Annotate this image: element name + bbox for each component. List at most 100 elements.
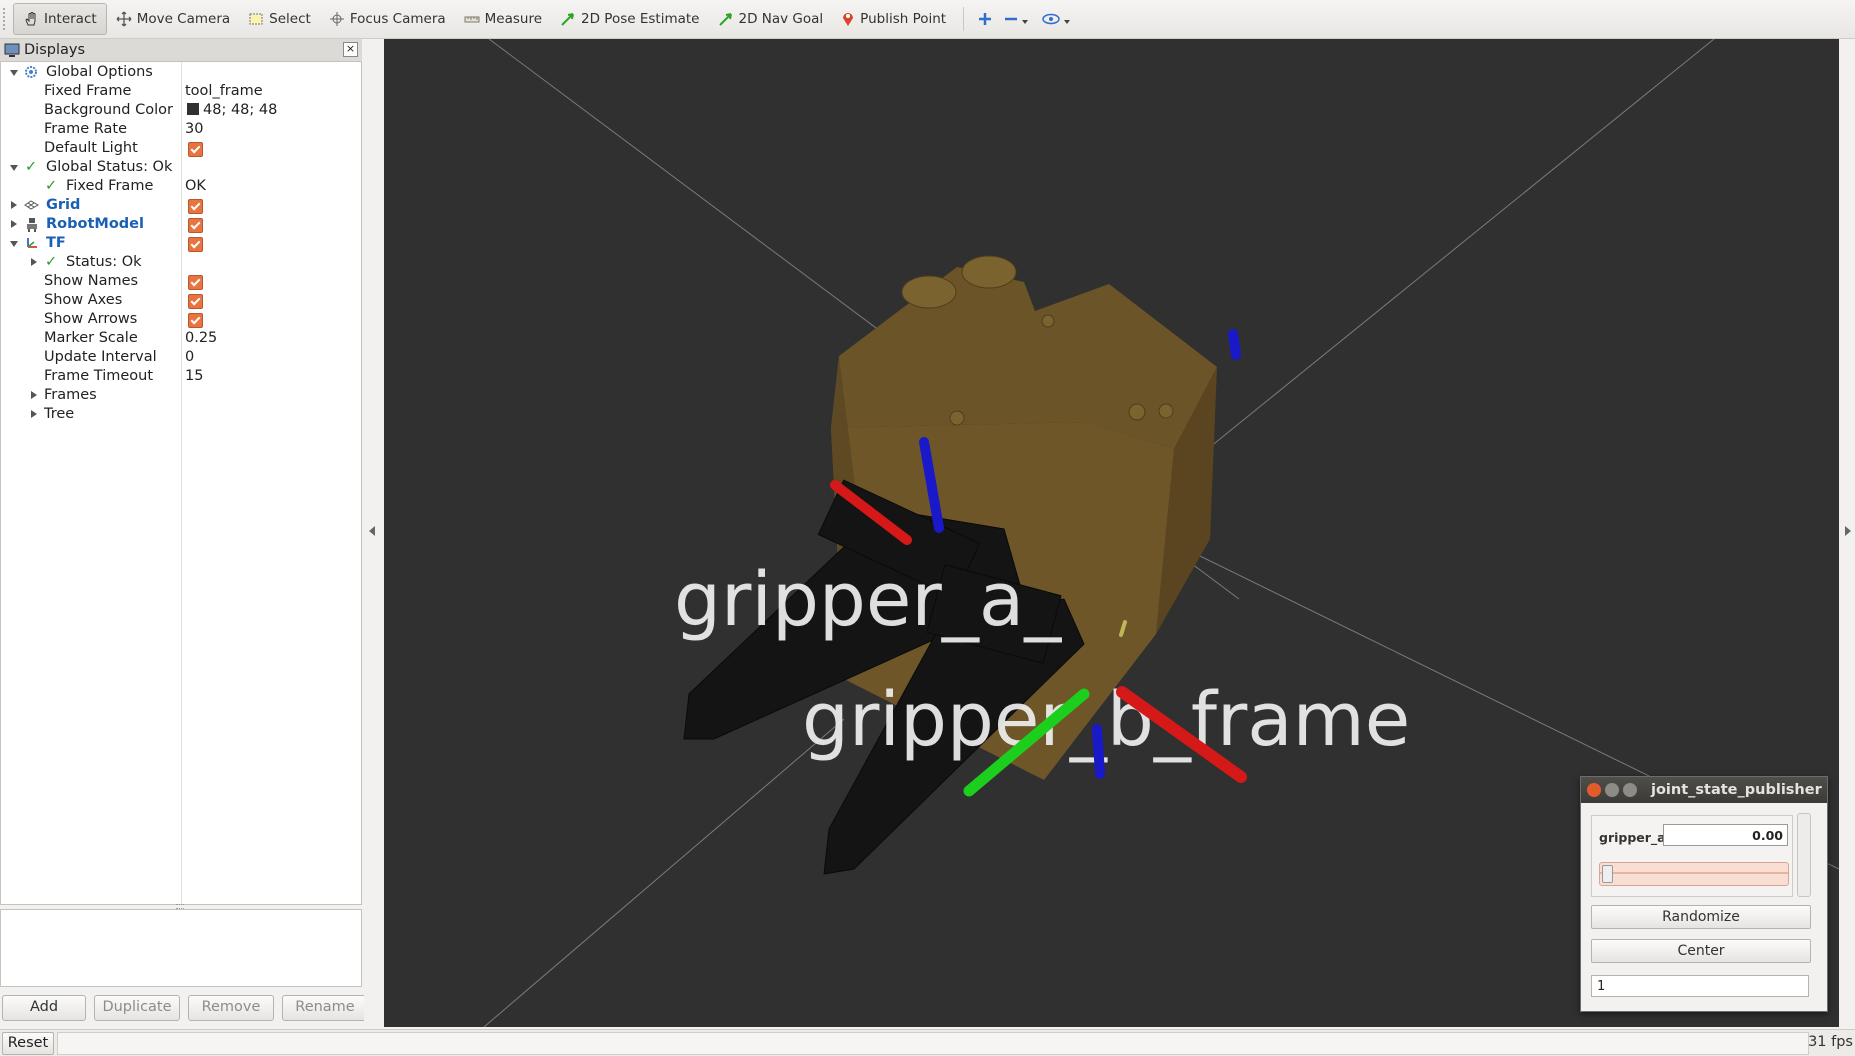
tree-row-global-status[interactable]: ✓ Global Status: Ok — [1, 158, 361, 177]
grid-enabled-checkbox[interactable] — [188, 199, 203, 214]
center-button[interactable]: Center — [1591, 939, 1811, 963]
monitor-icon — [4, 43, 20, 57]
interact-tool-button[interactable]: Interact — [13, 3, 107, 35]
collapse-left-panel-handle[interactable] — [364, 39, 382, 1027]
remove-display-button[interactable]: Remove — [188, 995, 274, 1021]
pose-estimate-tool-button[interactable]: 2D Pose Estimate — [551, 4, 708, 34]
tree-row-background-color[interactable]: Background Color 48; 48; 48 — [1, 101, 361, 120]
frame-timeout-value[interactable]: 15 — [185, 367, 203, 386]
expand-arrow-icon[interactable] — [11, 201, 17, 209]
tree-row-tree[interactable]: Tree — [1, 405, 361, 424]
show-arrows-label: Show Arrows — [44, 311, 138, 327]
collapse-right-panel-handle[interactable] — [1841, 39, 1855, 1027]
fixed-frame-value[interactable]: tool_frame — [185, 82, 263, 101]
rename-display-button[interactable]: Rename — [282, 995, 368, 1021]
tree-row-robot-model[interactable]: RobotModel — [1, 215, 361, 234]
window-title: joint_state_publisher — [1651, 782, 1822, 798]
tree-row-frames[interactable]: Frames — [1, 386, 361, 405]
move-camera-tool-button[interactable]: Move Camera — [107, 4, 239, 34]
show-axes-label: Show Axes — [44, 292, 123, 308]
marker-scale-value[interactable]: 0.25 — [185, 329, 217, 348]
slider-handle[interactable] — [1602, 865, 1613, 883]
tree-row-default-light[interactable]: Default Light — [1, 139, 361, 158]
displays-panel-header: Displays × — [0, 39, 362, 61]
z-axis-body — [1228, 329, 1241, 360]
tree-row-show-axes[interactable]: Show Axes — [1, 291, 361, 310]
tree-row-show-arrows[interactable]: Show Arrows — [1, 310, 361, 329]
green-arrow-icon — [718, 13, 732, 26]
expand-arrow-icon[interactable] — [31, 258, 37, 266]
background-color-text: 48; 48; 48 — [203, 102, 278, 118]
tree-row-tf-status[interactable]: ✓ Status: Ok — [1, 253, 361, 272]
expand-arrow-icon[interactable] — [10, 165, 18, 171]
reset-button[interactable]: Reset — [2, 1032, 54, 1055]
measure-label: Measure — [484, 11, 543, 27]
tree-row-update-interval[interactable]: Update Interval 0 — [1, 348, 361, 367]
status-message-field — [57, 1032, 1809, 1055]
color-swatch — [187, 103, 199, 115]
map-pin-icon — [843, 13, 854, 26]
tree-row-grid[interactable]: Grid — [1, 196, 361, 215]
minimize-window-icon[interactable] — [1605, 783, 1619, 797]
vertical-scrollbar[interactable] — [1797, 813, 1811, 897]
tree-row-frame-rate[interactable]: Frame Rate 30 — [1, 120, 361, 139]
expand-arrow-icon[interactable] — [31, 410, 37, 418]
nav-goal-tool-button[interactable]: 2D Nav Goal — [709, 4, 833, 34]
tree-row-frame-timeout[interactable]: Frame Timeout 15 — [1, 367, 361, 386]
select-tool-button[interactable]: Select — [239, 4, 320, 34]
expand-arrow-icon[interactable] — [31, 391, 37, 399]
pose-estimate-label: 2D Pose Estimate — [581, 11, 700, 27]
chevron-left-icon — [369, 526, 375, 536]
measure-tool-button[interactable]: Measure — [455, 4, 551, 34]
remove-tool-dropdown[interactable] — [998, 4, 1036, 34]
move-camera-label: Move Camera — [136, 11, 231, 27]
robot-model-enabled-checkbox[interactable] — [188, 218, 203, 233]
background-color-value[interactable]: 48; 48; 48 — [187, 101, 277, 120]
expand-arrow-icon[interactable] — [11, 220, 17, 228]
count-spinbox[interactable]: 1 — [1591, 975, 1809, 997]
tree-row-marker-scale[interactable]: Marker Scale 0.25 — [1, 329, 361, 348]
expand-arrow-icon[interactable] — [10, 241, 18, 247]
toolbar-grip[interactable] — [3, 8, 13, 30]
add-tool-button[interactable] — [972, 4, 998, 34]
publish-point-tool-button[interactable]: Publish Point — [832, 4, 955, 34]
global-status-label: Global Status: Ok — [46, 159, 173, 175]
update-interval-value[interactable]: 0 — [185, 348, 194, 367]
joint-value-field[interactable]: 0.00 — [1663, 824, 1788, 846]
window-title-bar[interactable]: joint_state_publisher — [1581, 777, 1827, 803]
grid-display-label: Grid — [46, 197, 81, 213]
tf-enabled-checkbox[interactable] — [188, 237, 203, 252]
close-window-icon[interactable] — [1587, 783, 1601, 797]
frame-rate-label: Frame Rate — [44, 121, 128, 137]
show-axes-checkbox[interactable] — [188, 294, 203, 309]
default-light-checkbox[interactable] — [188, 142, 203, 157]
plus-icon — [979, 13, 992, 25]
move-arrows-icon — [116, 11, 132, 27]
expand-arrow-icon[interactable] — [10, 70, 18, 76]
add-display-button[interactable]: Add — [2, 995, 86, 1021]
duplicate-display-button[interactable]: Duplicate — [94, 995, 180, 1021]
frame-rate-value[interactable]: 30 — [185, 120, 203, 139]
nav-goal-label: 2D Nav Goal — [738, 11, 824, 27]
tree-row-status-fixed-frame[interactable]: ✓ Fixed Frame OK — [1, 177, 361, 196]
tf-status-label: Status: Ok — [66, 254, 142, 270]
joint-control-group: gripper_a 0.00 — [1591, 815, 1793, 897]
focus-camera-tool-button[interactable]: Focus Camera — [320, 4, 455, 34]
tree-row-show-names[interactable]: Show Names — [1, 272, 361, 291]
tree-row-tf[interactable]: TF — [1, 234, 361, 253]
visibility-tool-dropdown[interactable] — [1036, 4, 1078, 34]
status-fixed-frame-value: OK — [185, 178, 206, 194]
close-icon[interactable]: × — [343, 42, 358, 57]
gear-icon — [25, 66, 37, 78]
show-names-checkbox[interactable] — [188, 275, 203, 290]
ruler-icon — [464, 16, 480, 23]
joint-slider[interactable] — [1599, 862, 1789, 886]
maximize-window-icon[interactable] — [1623, 783, 1637, 797]
randomize-button[interactable]: Randomize — [1591, 905, 1811, 929]
fixed-frame-label: Fixed Frame — [44, 83, 132, 99]
tree-row-global-options[interactable]: Global Options — [1, 63, 361, 82]
show-arrows-checkbox[interactable] — [188, 313, 203, 328]
green-arrow-icon — [561, 13, 575, 26]
displays-tree[interactable]: Global Options Fixed Frame tool_frame Ba… — [0, 61, 362, 905]
tree-row-fixed-frame[interactable]: Fixed Frame tool_frame — [1, 82, 361, 101]
